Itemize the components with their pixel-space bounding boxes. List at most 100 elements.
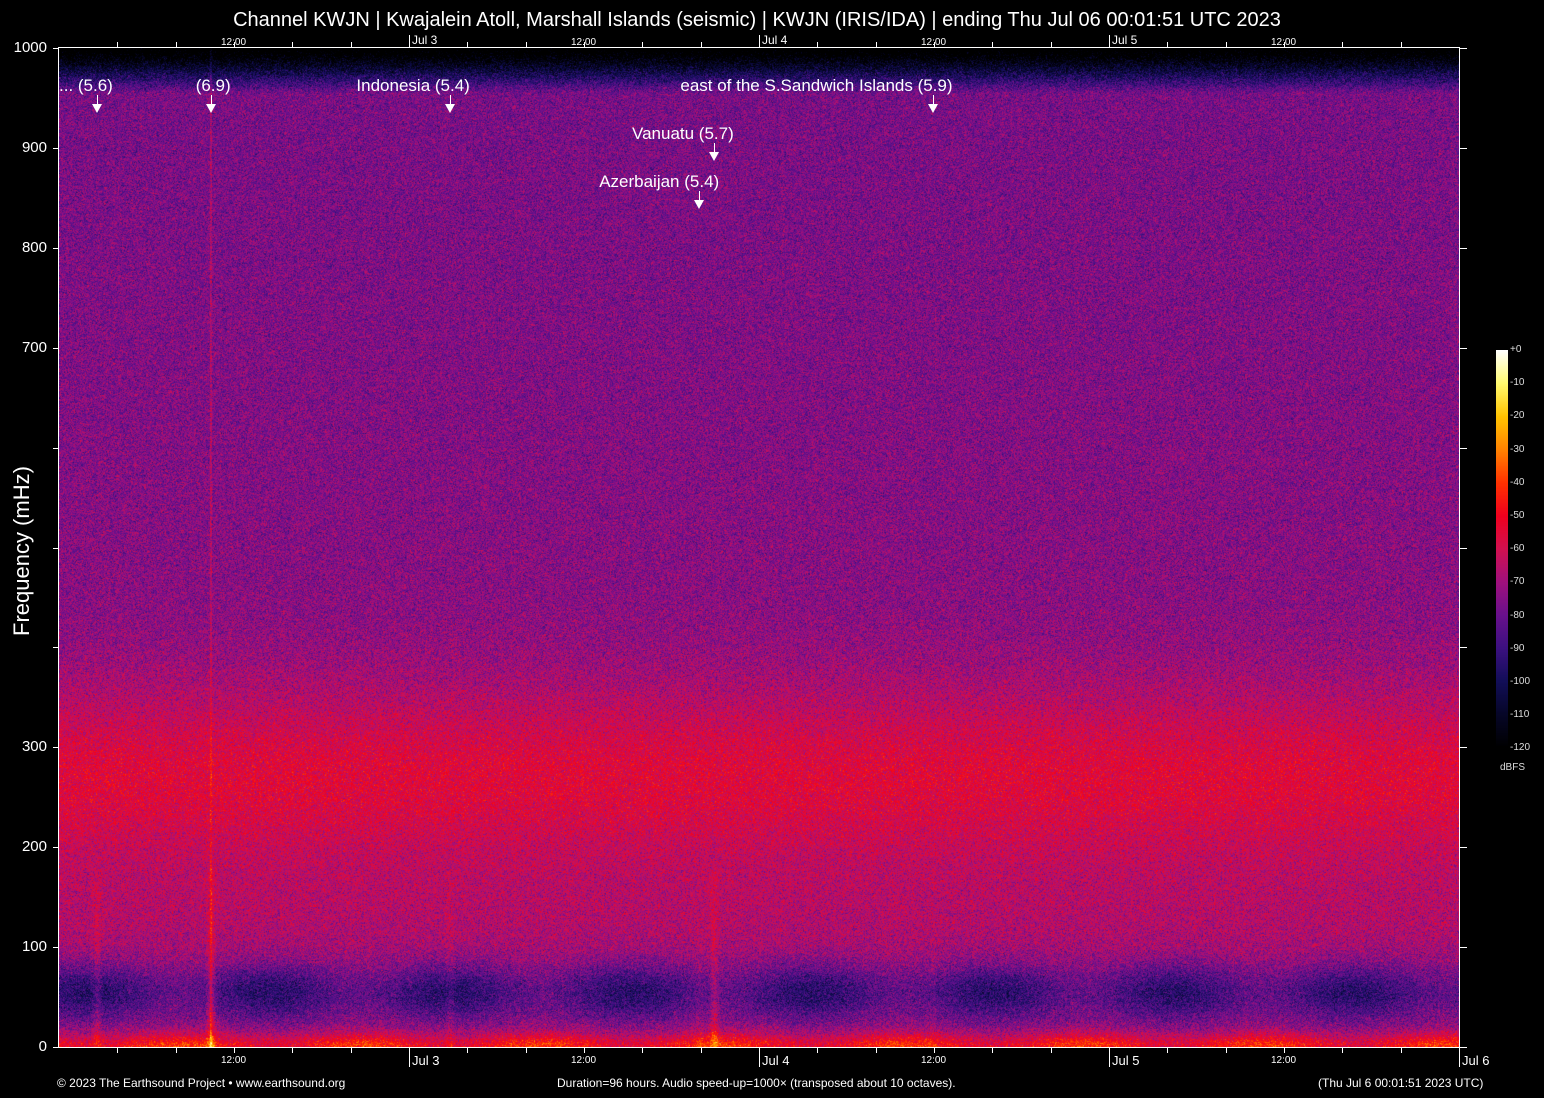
- x-tick-bottom: [526, 1047, 527, 1053]
- x-time-label-top: 12:00: [921, 37, 946, 48]
- x-tick-top: [467, 42, 468, 48]
- x-tick-bottom: [176, 1047, 177, 1053]
- copyright-text: © 2023 The Earthsound Project • www.eart…: [57, 1076, 345, 1090]
- x-tick-bottom: [1342, 1047, 1343, 1053]
- x-day-tick-bottom: [409, 1047, 410, 1067]
- y-tick-left: [53, 847, 59, 848]
- x-tick-bottom: [817, 1047, 818, 1053]
- x-tick-bottom: [701, 1047, 702, 1053]
- y-tick-right: [1459, 647, 1467, 648]
- event-label: ... (5.6): [59, 76, 113, 96]
- plot-frame: [58, 47, 1460, 1048]
- x-tick-bottom: [292, 1047, 293, 1053]
- event-arrow-icon: [206, 104, 216, 113]
- x-day-tick-bottom: [1459, 1047, 1460, 1067]
- y-tick-right: [1459, 548, 1467, 549]
- x-day-label-top: Jul 4: [762, 33, 787, 47]
- event-arrow-icon: [928, 104, 938, 113]
- event-arrow-icon: [709, 152, 719, 161]
- x-day-label-top: Jul 5: [1112, 33, 1137, 47]
- y-tick-label: 300: [3, 738, 47, 755]
- colorbar-tick-label: -80: [1510, 610, 1524, 621]
- x-tick-bottom: [117, 1047, 118, 1053]
- colorbar-tick-label: -60: [1510, 543, 1524, 554]
- x-tick-top: [1342, 42, 1343, 48]
- x-tick-bottom: [351, 1047, 352, 1053]
- x-tick-bottom: [1284, 1047, 1285, 1053]
- colorbar-unit: dBFS: [1500, 762, 1525, 773]
- x-time-label-top: 12:00: [1271, 37, 1296, 48]
- y-tick-label: 200: [3, 838, 47, 855]
- colorbar-tick-label: -20: [1510, 410, 1524, 421]
- x-day-label: Jul 3: [412, 1053, 439, 1068]
- colorbar-tick-label: -50: [1510, 510, 1524, 521]
- x-tick-top: [1051, 42, 1052, 48]
- x-day-tick-top: [1109, 35, 1110, 48]
- x-tick-bottom: [1226, 1047, 1227, 1053]
- x-tick-top: [351, 42, 352, 48]
- y-tick-label: 900: [3, 139, 47, 156]
- event-label: Vanuatu (5.7): [632, 124, 734, 144]
- colorbar-tick-label: -100: [1510, 676, 1530, 687]
- colorbar-tick-label: -40: [1510, 477, 1524, 488]
- event-arrow-icon: [92, 104, 102, 113]
- x-tick-bottom: [1051, 1047, 1052, 1053]
- y-tick-right: [1459, 747, 1467, 748]
- x-day-tick-bottom: [759, 1047, 760, 1067]
- x-tick-bottom: [1167, 1047, 1168, 1053]
- event-label: east of the S.Sandwich Islands (5.9): [680, 76, 952, 96]
- y-tick-label: 0: [3, 1038, 47, 1055]
- x-tick-top: [1401, 42, 1402, 48]
- y-tick-right: [1459, 48, 1467, 49]
- chart-title: Channel KWJN | Kwajalein Atoll, Marshall…: [0, 9, 1514, 32]
- colorbar-tick-label: -120: [1510, 742, 1530, 753]
- x-tick-top: [817, 42, 818, 48]
- y-tick-label: 800: [3, 239, 47, 256]
- end-time: (Thu Jul 6 00:01:51 2023 UTC): [1318, 1076, 1483, 1090]
- x-tick-bottom: [467, 1047, 468, 1053]
- event-arrow-icon: [694, 200, 704, 209]
- x-tick-top: [1167, 42, 1168, 48]
- x-tick-top: [1226, 42, 1227, 48]
- x-tick-top: [992, 42, 993, 48]
- y-tick-left: [53, 548, 59, 549]
- y-tick-left: [53, 647, 59, 648]
- y-axis-label: Frequency (mHz): [9, 476, 35, 636]
- x-day-tick-top: [409, 35, 410, 48]
- y-tick-right: [1459, 947, 1467, 948]
- y-tick-right: [1459, 847, 1467, 848]
- y-tick-right: [1459, 1047, 1467, 1048]
- colorbar-tick-label: +0: [1510, 344, 1521, 355]
- y-tick-left: [53, 48, 59, 49]
- x-day-label: Jul 5: [1112, 1053, 1139, 1068]
- x-time-label: 12:00: [921, 1055, 946, 1066]
- x-day-label: Jul 6: [1462, 1053, 1489, 1068]
- x-tick-bottom: [934, 1047, 935, 1053]
- y-tick-right: [1459, 148, 1467, 149]
- event-label: Indonesia (5.4): [356, 76, 469, 96]
- event-label: Azerbaijan (5.4): [599, 172, 719, 192]
- duration-info: Duration=96 hours. Audio speed-up=1000× …: [557, 1076, 956, 1090]
- x-tick-top: [526, 42, 527, 48]
- y-tick-label: 100: [3, 938, 47, 955]
- y-tick-left: [53, 148, 59, 149]
- y-tick-left: [53, 747, 59, 748]
- x-tick-top: [876, 42, 877, 48]
- y-tick-left: [53, 248, 59, 249]
- y-tick-left: [53, 947, 59, 948]
- x-tick-top: [642, 42, 643, 48]
- y-tick-left: [53, 348, 59, 349]
- colorbar-tick-label: -90: [1510, 643, 1524, 654]
- x-day-label: Jul 4: [762, 1053, 789, 1068]
- x-tick-bottom: [1401, 1047, 1402, 1053]
- colorbar-tick-label: -110: [1510, 709, 1529, 720]
- x-day-tick-top: [759, 35, 760, 48]
- y-tick-right: [1459, 448, 1467, 449]
- y-tick-label: 700: [3, 339, 47, 356]
- x-tick-bottom: [234, 1047, 235, 1053]
- x-tick-bottom: [992, 1047, 993, 1053]
- y-tick-label: 1000: [3, 39, 47, 56]
- y-tick-left: [53, 1047, 59, 1048]
- x-day-tick-bottom: [1109, 1047, 1110, 1067]
- colorbar: [1496, 350, 1508, 748]
